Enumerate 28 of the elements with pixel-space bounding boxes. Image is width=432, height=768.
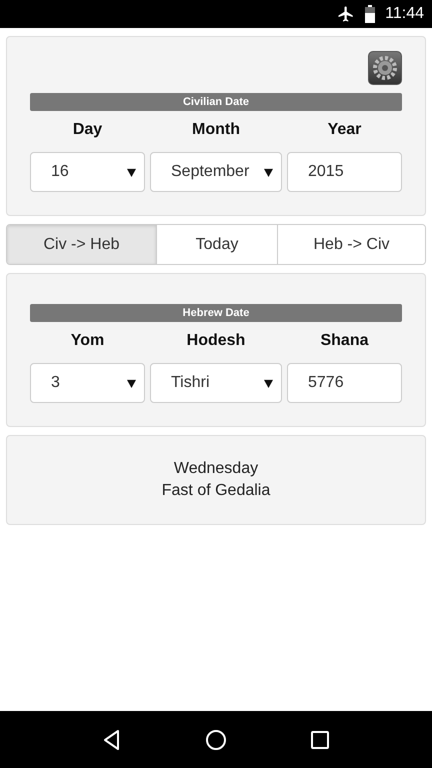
result-text: Wednesday — [174, 460, 258, 478]
home-icon[interactable] — [204, 728, 228, 752]
field-label: Year — [326, 120, 362, 140]
dropdown[interactable]: 3 — [30, 363, 145, 403]
caret-icon — [264, 168, 273, 176]
settings-icon — [371, 54, 399, 82]
input-field[interactable]: 5776 — [287, 363, 402, 403]
field-label: Month — [191, 120, 241, 140]
section-header: Hebrew Date — [30, 304, 402, 322]
field-label: Shana — [319, 331, 370, 351]
dropdown[interactable]: 16 — [30, 152, 145, 192]
field-label: Hodesh — [186, 331, 246, 351]
settings-button[interactable] — [368, 51, 402, 85]
result-text: Fast of Gedalia — [162, 482, 270, 500]
airplane-icon — [337, 5, 356, 23]
field-label: Yom — [70, 331, 106, 351]
section-header: Civilian Date — [30, 93, 402, 111]
battery-icon — [365, 5, 376, 23]
field-label: Day — [72, 120, 104, 140]
caret-icon — [264, 378, 273, 388]
dropdown[interactable]: Tishri — [150, 363, 282, 403]
caret-icon — [127, 168, 136, 176]
mode-tab[interactable]: Heb -> Civ — [277, 225, 425, 264]
caret-icon — [127, 378, 136, 388]
mode-tab[interactable]: Civ -> Heb — [7, 225, 156, 264]
clock: 11:44 — [385, 5, 424, 23]
dropdown[interactable]: September — [150, 152, 282, 192]
input-field[interactable]: 2015 — [287, 152, 402, 192]
